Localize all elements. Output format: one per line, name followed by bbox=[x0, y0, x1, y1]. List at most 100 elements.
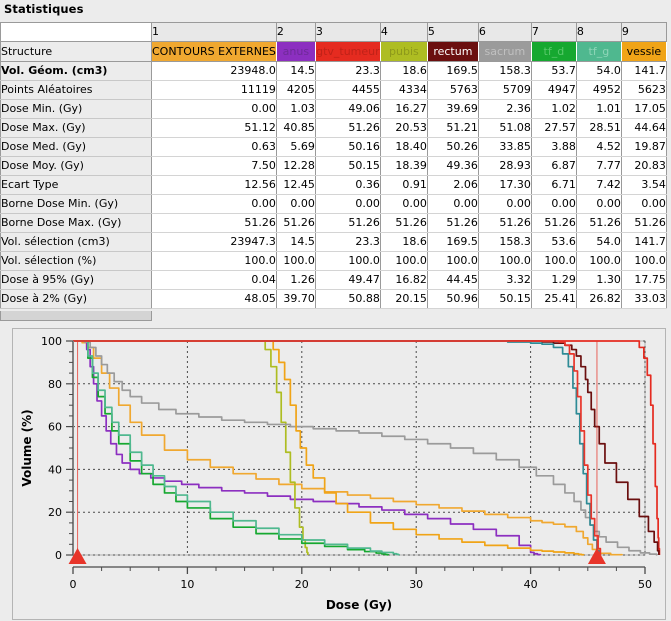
row-label: Vol. sélection (cm3) bbox=[0, 232, 152, 252]
table-cell: 23.3 bbox=[315, 232, 381, 252]
structure-cell-vessie[interactable]: vessie bbox=[621, 41, 667, 62]
table-cell: 51.26 bbox=[427, 213, 479, 233]
structure-cell-sacrum[interactable]: sacrum bbox=[478, 41, 532, 62]
column-header-4[interactable]: 4 bbox=[380, 22, 428, 42]
table-cell: 39.69 bbox=[427, 99, 479, 119]
table-cell: 1.30 bbox=[576, 270, 622, 290]
table-cell: 0.00 bbox=[276, 194, 316, 214]
structure-cell-rectum[interactable]: rectum bbox=[427, 41, 479, 62]
column-header-5[interactable]: 5 bbox=[427, 22, 479, 42]
column-header-1[interactable]: 1 bbox=[151, 22, 277, 42]
structure-cell-pubis[interactable]: pubis bbox=[380, 41, 428, 62]
row-label: Points Aléatoires bbox=[0, 80, 152, 100]
table-cell: 44.64 bbox=[621, 118, 667, 138]
table-cell: 20.15 bbox=[380, 289, 428, 309]
table-cell: 51.08 bbox=[478, 118, 532, 138]
table-cell: 169.5 bbox=[427, 232, 479, 252]
row-label: Dose Min. (Gy) bbox=[0, 99, 152, 119]
table-cell: 3.32 bbox=[478, 270, 532, 290]
table-cell: 1.01 bbox=[576, 99, 622, 119]
table-cell: 18.40 bbox=[380, 137, 428, 157]
table-cell: 4334 bbox=[380, 80, 428, 100]
table-cell: 158.3 bbox=[478, 61, 532, 81]
table-cell: 51.26 bbox=[478, 213, 532, 233]
table-cell: 40.85 bbox=[276, 118, 316, 138]
structure-cell-tf-d[interactable]: tf_d bbox=[531, 41, 577, 62]
table-cell: 0.91 bbox=[380, 175, 428, 195]
table-cell: 1.26 bbox=[276, 270, 316, 290]
table-cell: 3.88 bbox=[531, 137, 577, 157]
table-cell: 33.85 bbox=[478, 137, 532, 157]
table-cell: 18.39 bbox=[380, 156, 428, 176]
table-cell: 100.0 bbox=[276, 251, 316, 271]
table-cell: 12.45 bbox=[276, 175, 316, 195]
table-cell: 100.0 bbox=[315, 251, 381, 271]
x-tick-label: 40 bbox=[524, 578, 538, 591]
table-cell: 51.26 bbox=[315, 118, 381, 138]
table-cell: 169.5 bbox=[427, 61, 479, 81]
x-tick-label: 10 bbox=[180, 578, 194, 591]
row-label: Vol. sélection (%) bbox=[0, 251, 152, 271]
column-header-6[interactable]: 6 bbox=[478, 22, 532, 42]
column-header-2[interactable]: 2 bbox=[276, 22, 316, 42]
y-tick-label: 40 bbox=[48, 463, 62, 476]
column-header-8[interactable]: 8 bbox=[576, 22, 622, 42]
y-tick-label: 60 bbox=[48, 421, 62, 434]
table-cell: 0.00 bbox=[151, 194, 277, 214]
table-cell: 6.87 bbox=[531, 156, 577, 176]
table-cell: 49.36 bbox=[427, 156, 479, 176]
table-row: Dose Med. (Gy) 0.63 5.69 50.16 18.40 50.26 33.… bbox=[0, 137, 667, 157]
table-cell: 39.70 bbox=[276, 289, 316, 309]
table-cell: 100.0 bbox=[380, 251, 428, 271]
table-cell: 27.57 bbox=[531, 118, 577, 138]
structure-cell-contours-externes[interactable]: CONTOURS EXTERNES bbox=[151, 41, 277, 62]
column-header-3[interactable]: 3 bbox=[315, 22, 381, 42]
table-cell: 17.30 bbox=[478, 175, 532, 195]
table-cell: 0.00 bbox=[427, 194, 479, 214]
row-label: Borne Dose Max. (Gy) bbox=[0, 213, 152, 233]
table-row: Dose Min. (Gy) 0.00 1.03 49.06 16.27 39.69 2.3… bbox=[0, 99, 667, 119]
table-cell: 5763 bbox=[427, 80, 479, 100]
table-cell: 17.05 bbox=[621, 99, 667, 119]
table-cell: 0.36 bbox=[315, 175, 381, 195]
table-cell: 5623 bbox=[621, 80, 667, 100]
table-cell: 50.88 bbox=[315, 289, 381, 309]
table-cell: 11119 bbox=[151, 80, 277, 100]
table-cell: 2.36 bbox=[478, 99, 532, 119]
table-cell: 4947 bbox=[531, 80, 577, 100]
table-row: Vol. sélection (%) 100.0 100.0 100.0 100.0 10… bbox=[0, 251, 667, 271]
table-cell: 0.63 bbox=[151, 137, 277, 157]
table-cell: 51.12 bbox=[151, 118, 277, 138]
structure-row: Structure CONTOURS EXTERNES anus gtv_tumeur… bbox=[0, 41, 667, 62]
table-cell: 23948.0 bbox=[151, 61, 277, 81]
row-label: Dose Max. (Gy) bbox=[0, 118, 152, 138]
table-cell: 6.71 bbox=[531, 175, 577, 195]
row-label: Dose Med. (Gy) bbox=[0, 137, 152, 157]
table-cell: 141.7 bbox=[621, 232, 667, 252]
table-cell: 14.5 bbox=[276, 61, 316, 81]
column-header-9[interactable]: 9 bbox=[621, 22, 667, 42]
table-cell: 0.00 bbox=[531, 194, 577, 214]
table-cell: 7.42 bbox=[576, 175, 622, 195]
structure-cell-gtv-tumeur[interactable]: gtv_tumeur bbox=[315, 41, 381, 62]
structure-cell-anus[interactable]: anus bbox=[276, 41, 316, 62]
y-tick-label: 20 bbox=[48, 506, 62, 519]
table-cell: 0.04 bbox=[151, 270, 277, 290]
table-cell: 7.50 bbox=[151, 156, 277, 176]
y-tick-label: 80 bbox=[48, 378, 62, 391]
column-header-7[interactable]: 7 bbox=[531, 22, 577, 42]
row-label: Dose Moy. (Gy) bbox=[0, 156, 152, 176]
table-cell: 50.16 bbox=[315, 137, 381, 157]
y-tick-label: 0 bbox=[55, 549, 62, 562]
table-cell: 100.0 bbox=[427, 251, 479, 271]
table-cell: 54.0 bbox=[576, 61, 622, 81]
table-cell: 4952 bbox=[576, 80, 622, 100]
table-cell: 49.06 bbox=[315, 99, 381, 119]
table-row: Borne Dose Min. (Gy) 0.00 0.00 0.00 0.00 0.00… bbox=[0, 194, 667, 214]
table-cell: 49.47 bbox=[315, 270, 381, 290]
structure-cell-tf-g[interactable]: tf_g bbox=[576, 41, 622, 62]
table-corner-cell bbox=[0, 22, 152, 42]
table-cell: 50.15 bbox=[315, 156, 381, 176]
row-label-structure: Structure bbox=[0, 41, 152, 62]
table-cell: 1.03 bbox=[276, 99, 316, 119]
